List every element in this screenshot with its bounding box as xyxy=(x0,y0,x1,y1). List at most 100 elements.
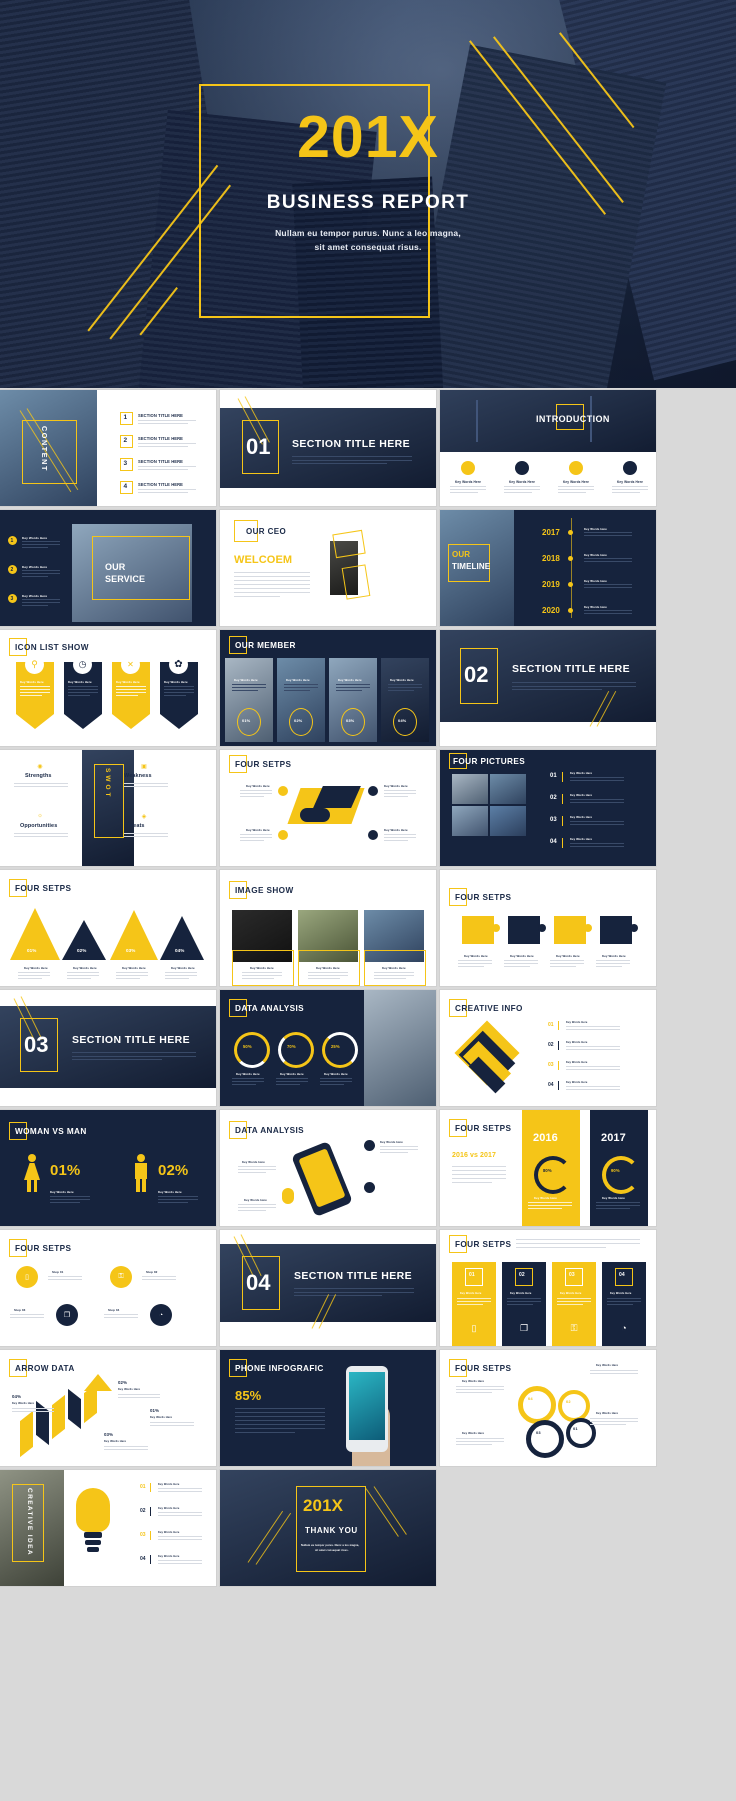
text-line xyxy=(235,1428,325,1430)
text-line xyxy=(234,576,310,578)
item-label: Key Words Here xyxy=(158,1483,180,1486)
phone-screen xyxy=(298,1148,346,1208)
text-line xyxy=(320,1081,352,1083)
slide-section-04[interactable]: 04 SECTION TITLE HERE xyxy=(220,1230,436,1346)
text-line xyxy=(104,1449,148,1451)
text-line xyxy=(150,1422,194,1424)
item-number: 03 xyxy=(548,1062,554,1068)
divider xyxy=(150,1555,151,1564)
timeline-dot xyxy=(568,608,573,613)
slide-our-service[interactable]: OUR SERVICE 1 Key Words Here 2 Key Words… xyxy=(0,510,216,626)
point-label: Key Words Here xyxy=(118,1388,141,1391)
text-line xyxy=(234,592,310,594)
text-line xyxy=(607,1298,641,1300)
slide-four-setps-steps[interactable]: FOUR SETPS ▯ ⚿ ❐ ◔ Step 01 Step 02 Step … xyxy=(0,1230,216,1346)
slide-thank-you[interactable]: 201X THANK YOU Nullam eu tempor purus. N… xyxy=(220,1470,436,1586)
cone-shape xyxy=(62,920,106,960)
slide-creative-info[interactable]: CREATIVE INFO 01 Key Words Here 02 Key W… xyxy=(440,990,656,1106)
slide-data-analysis-phone[interactable]: DATA ANALYSIS Key Words Here Key Words H… xyxy=(220,1110,436,1226)
text-line xyxy=(584,613,632,615)
text-line xyxy=(590,1421,638,1423)
text-line xyxy=(232,690,258,692)
text-line xyxy=(158,1512,202,1514)
text-line xyxy=(550,960,584,962)
text-line xyxy=(48,1279,82,1281)
gear-number: 01 xyxy=(573,1426,578,1431)
text-line xyxy=(240,796,264,798)
puzzle-label: Key Words Here xyxy=(510,954,534,958)
text-line xyxy=(566,1029,620,1031)
slide-content[interactable]: CONTENT 1 SECTION TITLE HERE 2 SECTION T… xyxy=(0,390,216,506)
slide-swot[interactable]: SWOT ◉ Strengths ▣ Weakness ☼ Opportunit… xyxy=(0,750,216,866)
puzzle-piece xyxy=(462,916,494,944)
slide-our-timeline[interactable]: OUR TIMELINE 2017 Key Words Here 2018 Ke… xyxy=(440,510,656,626)
arrow-zigzag-yellow xyxy=(52,1394,65,1440)
slide-four-setps-compare[interactable]: FOUR SETPS 2016 vs 2017 2016 2017 80% 90… xyxy=(440,1110,656,1226)
slide-data-analysis-rings[interactable]: DATA ANALYSIS 50% 70% 25% Key Words Here… xyxy=(220,990,436,1106)
slide-four-setps-cones[interactable]: FOUR SETPS 01% 02% 03% 04% Key Words Her… xyxy=(0,870,216,986)
swot-label: Strengths xyxy=(25,773,52,779)
slide-four-setps-puzzle[interactable]: FOUR SETPS Key Words Here Key Words Here… xyxy=(440,870,656,986)
slide-introduction[interactable]: INTRODUCTION Key Words Here Key Words He… xyxy=(440,390,656,506)
text-line xyxy=(380,1146,418,1148)
text-line xyxy=(452,1170,506,1172)
puzzle-knob xyxy=(538,924,546,932)
item-label: Key Words Here xyxy=(570,794,593,797)
slide-four-setps-cards[interactable]: FOUR SETPS 01 02 03 04 Key Words Here Ke… xyxy=(440,1230,656,1346)
slide-image-show[interactable]: IMAGE SHOW Key Words Here Key Words Here… xyxy=(220,870,436,986)
slide-section-02[interactable]: 02 SECTION TITLE HERE xyxy=(440,630,656,746)
item-label: Key Words Here xyxy=(566,1041,588,1044)
slide-four-pictures[interactable]: FOUR PICTURES 01 Key Words Here 02 Key W… xyxy=(440,750,656,866)
card-label: Key Words Here xyxy=(617,480,643,484)
text-line xyxy=(456,1392,492,1394)
point-percent: 04% xyxy=(12,1394,22,1399)
slide-title: DATA ANALYSIS xyxy=(235,1004,305,1013)
divider xyxy=(558,1061,559,1070)
text-line xyxy=(612,489,648,491)
text-line xyxy=(380,1149,418,1151)
slide-arrow-data[interactable]: ARROW DATA 02% Key Words Here 04% Key Wo… xyxy=(0,1350,216,1466)
text-line xyxy=(590,1373,638,1375)
text-line xyxy=(384,837,416,839)
text-line xyxy=(450,489,486,491)
gear-label: Key Words Here xyxy=(462,1380,485,1383)
compare-label: 2016 vs 2017 xyxy=(452,1152,497,1159)
slide-title: OUR MEMBER xyxy=(235,641,296,650)
thumbnail-row: ICON LIST SHOW ⚲ ◷ ✕ ✿ Key Words Here Ke… xyxy=(0,630,736,746)
slide-icon-list-show[interactable]: ICON LIST SHOW ⚲ ◷ ✕ ✿ Key Words Here Ke… xyxy=(0,630,216,746)
slide-our-ceo[interactable]: OUR CEO WELCOEM xyxy=(220,510,436,626)
text-line xyxy=(72,1052,196,1054)
text-line xyxy=(276,1081,308,1083)
slide-woman-vs-man[interactable]: WOMAN VS MAN 01% Key Words Here 02% Key … xyxy=(0,1110,216,1226)
step-icon xyxy=(278,786,288,796)
text-line xyxy=(374,978,406,980)
item-number: 3 xyxy=(123,460,128,467)
timeline-year: 2017 xyxy=(542,528,560,537)
slide-four-setps-gears[interactable]: FOUR SETPS 04 02 03 01 Key Words Here Ke… xyxy=(440,1350,656,1466)
banner-point xyxy=(160,714,198,729)
text-line xyxy=(550,963,584,965)
gear-icon: ✿ xyxy=(169,655,188,674)
hero-title: BUSINESS REPORT xyxy=(266,192,470,213)
banner-label: Key Words Here xyxy=(68,680,92,684)
slide-title: DATA ANALYSIS xyxy=(235,1126,305,1135)
puzzle-knob xyxy=(584,924,592,932)
text-line xyxy=(124,836,168,838)
welcome-heading: WELCOEM xyxy=(234,554,293,566)
cone-label: Key Words Here xyxy=(122,966,146,970)
slide-our-member[interactable]: OUR MEMBER Key Words Here Key Words Here… xyxy=(220,630,436,746)
image-label: Key Words Here xyxy=(382,966,406,970)
text-line xyxy=(528,1208,562,1210)
text-line xyxy=(22,570,60,572)
hero-year: 201X xyxy=(297,104,439,170)
slide-section-03[interactable]: 03 SECTION TITLE HERE xyxy=(0,990,216,1106)
slide-creative-idea[interactable]: CREATIVE IDEA 01 Key Words Here 02 Key W… xyxy=(0,1470,216,1586)
slide-four-setps-handshake[interactable]: FOUR SETPS Key Words Here Key Words Here… xyxy=(220,750,436,866)
slide-phone-infografic[interactable]: PHONE INFOGRAFIC 85% xyxy=(220,1350,436,1466)
cone-percent: 03% xyxy=(126,948,136,953)
text-line xyxy=(512,682,636,684)
text-line xyxy=(22,599,60,601)
item-label: Key Words Here xyxy=(570,772,593,775)
text-line xyxy=(118,1394,160,1396)
slide-section-01[interactable]: 01 SECTION TITLE HERE xyxy=(220,390,436,506)
